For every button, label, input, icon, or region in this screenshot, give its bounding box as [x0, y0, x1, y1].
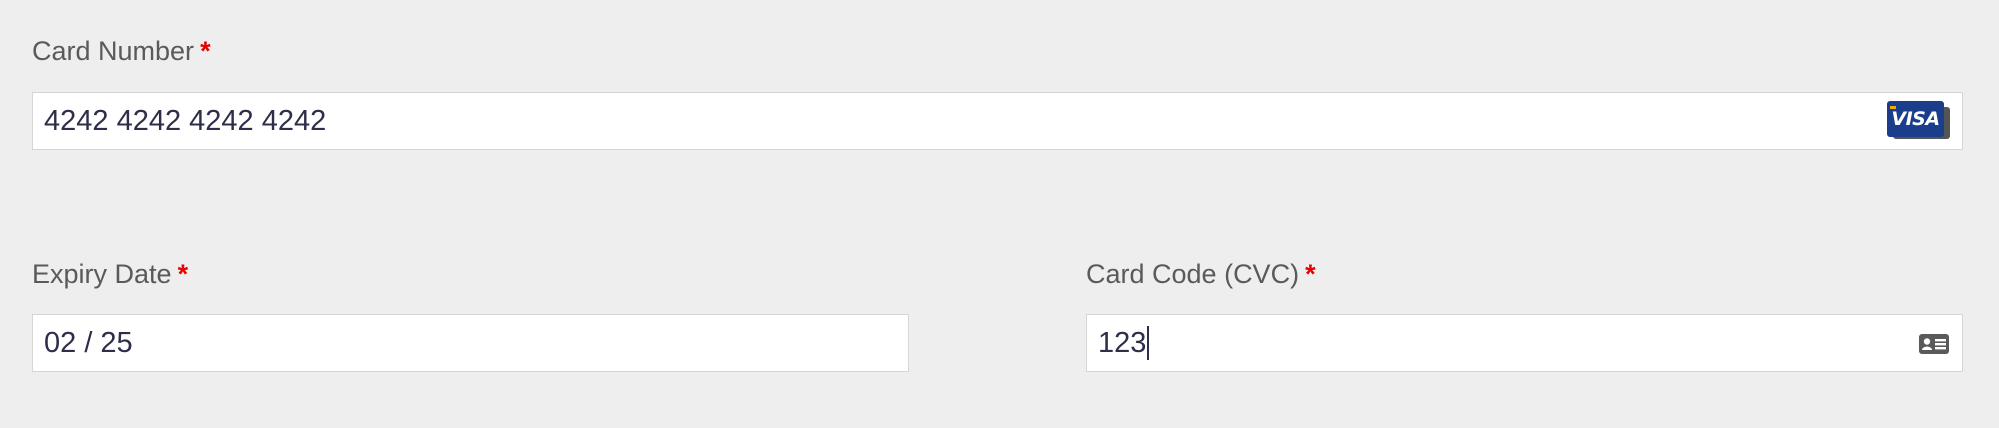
cvc-label-text: Card Code (CVC) — [1086, 259, 1300, 289]
cvc-value-wrap: 123 — [1098, 315, 1150, 371]
expiry-date-value: 02 / 25 — [44, 326, 133, 359]
expiry-date-label-text: Expiry Date — [32, 259, 172, 289]
id-card-icon — [1919, 334, 1949, 354]
visa-card-stripe — [1890, 106, 1896, 109]
card-number-input[interactable]: 4242 4242 4242 4242 VISA — [32, 92, 1963, 150]
text-caret — [1147, 326, 1150, 360]
card-number-label: Card Number * — [32, 35, 211, 67]
expiry-date-field: Expiry Date * — [32, 258, 188, 290]
cvc-field: Card Code (CVC) * — [1086, 258, 1316, 290]
card-number-value: 4242 4242 4242 4242 — [44, 104, 327, 137]
required-asterisk: * — [177, 259, 189, 289]
card-number-label-text: Card Number — [32, 36, 195, 66]
cvc-input[interactable]: 123 — [1086, 314, 1963, 372]
required-asterisk: * — [1305, 259, 1316, 289]
expiry-date-label: Expiry Date * — [32, 258, 188, 290]
visa-card-icon: VISA — [1887, 101, 1950, 141]
visa-card-face: VISA — [1887, 101, 1944, 137]
cvc-value: 123 — [1098, 326, 1147, 359]
expiry-date-input[interactable]: 02 / 25 — [32, 314, 909, 372]
visa-brand-text: VISA — [1891, 108, 1940, 130]
cvc-label: Card Code (CVC) * — [1086, 258, 1316, 290]
required-asterisk: * — [200, 36, 211, 66]
card-number-field: Card Number * — [32, 35, 211, 67]
